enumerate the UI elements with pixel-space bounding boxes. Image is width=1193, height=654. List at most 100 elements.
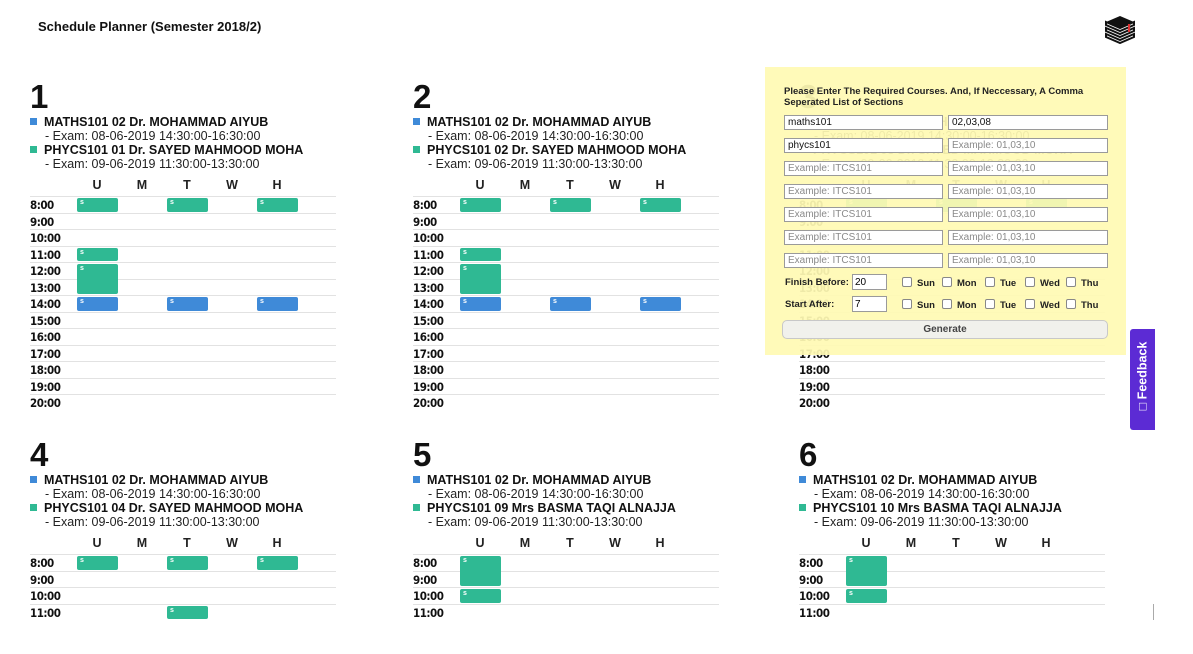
time-label: 8:00 — [30, 556, 54, 570]
day-checkbox-wed[interactable]: Wed — [1025, 299, 1060, 311]
time-row: 10:00 — [30, 229, 336, 246]
day-checkbox-mon[interactable]: Mon — [942, 299, 977, 311]
time-row: 9:00 — [30, 212, 336, 230]
course-name: PHYCS101 04 Dr. SAYED MAHMOOD MOHA — [44, 501, 304, 515]
day-header: T — [183, 536, 191, 550]
course-color-swatch — [413, 146, 420, 153]
class-block[interactable]: s — [77, 556, 118, 570]
course-input[interactable] — [784, 253, 943, 268]
time-label: 20:00 — [799, 396, 830, 410]
start-after-input[interactable] — [852, 296, 887, 312]
class-block[interactable]: s — [167, 297, 208, 311]
day-header: U — [92, 178, 102, 192]
checkbox-icon[interactable] — [902, 299, 912, 309]
schedule-number: 5 — [413, 436, 432, 473]
day-checkbox-wed[interactable]: Wed — [1025, 277, 1060, 289]
course-input[interactable] — [784, 230, 943, 245]
course-label: PHYCS101 01 Dr. SAYED MAHMOOD MOHA — [30, 143, 350, 157]
class-block[interactable]: s — [460, 264, 501, 294]
checkbox-icon[interactable] — [942, 299, 952, 309]
checkbox-icon[interactable] — [1025, 277, 1035, 287]
day-checkbox-label: Thu — [1081, 300, 1099, 311]
sections-input[interactable] — [948, 184, 1108, 199]
day-checkbox-sun[interactable]: Sun — [902, 299, 935, 311]
course-input[interactable] — [784, 184, 943, 199]
day-checkbox-thu[interactable]: Thu — [1066, 277, 1098, 289]
time-row: 18:00 — [413, 361, 719, 378]
class-block[interactable]: s — [846, 589, 887, 603]
class-block[interactable]: s — [460, 556, 501, 586]
time-label: 20:00 — [413, 396, 444, 410]
checkbox-icon[interactable] — [985, 299, 995, 309]
class-block[interactable]: s — [167, 605, 208, 619]
day-checkbox-label: Sun — [917, 300, 935, 311]
class-block[interactable]: s — [550, 198, 591, 212]
checkbox-icon[interactable] — [1025, 299, 1035, 309]
day-checkbox-thu[interactable]: Thu — [1066, 299, 1098, 311]
day-checkbox-label: Sun — [917, 278, 935, 289]
checkbox-icon[interactable] — [1066, 299, 1076, 309]
time-label: 9:00 — [30, 214, 54, 229]
time-row: 9:00 — [413, 212, 719, 230]
stacked-books-icon[interactable] — [1103, 12, 1137, 44]
course-input[interactable] — [784, 207, 943, 222]
class-block[interactable]: s — [640, 297, 681, 311]
class-block[interactable]: s — [77, 198, 118, 212]
generate-button[interactable]: Generate — [782, 320, 1108, 339]
class-block[interactable]: s — [77, 264, 118, 294]
sections-input[interactable] — [948, 230, 1108, 245]
class-block[interactable]: s — [77, 247, 118, 261]
checkbox-icon[interactable] — [942, 277, 952, 287]
checkbox-icon[interactable] — [902, 277, 912, 287]
time-row: 9:00 — [799, 570, 1105, 588]
course-input[interactable] — [784, 161, 943, 176]
course-color-swatch — [413, 504, 420, 511]
feedback-tab[interactable]: □ Feedback — [1130, 329, 1155, 430]
time-label: 11:00 — [799, 605, 830, 620]
class-block[interactable]: s — [77, 297, 118, 311]
course-label: MATHS101 02 Dr. MOHAMMAD AIYUB — [30, 473, 350, 487]
time-row: 12:00 — [413, 262, 719, 279]
day-header: H — [655, 178, 665, 192]
class-block[interactable]: s — [460, 589, 501, 603]
class-block[interactable]: s — [257, 198, 298, 212]
day-checkbox-sun[interactable]: Sun — [902, 277, 935, 289]
checkbox-icon[interactable] — [1066, 277, 1076, 287]
sections-input[interactable] — [948, 161, 1108, 176]
time-row: 13:00 — [30, 278, 336, 296]
class-block[interactable]: s — [460, 247, 501, 261]
sections-input[interactable] — [948, 138, 1108, 153]
day-checkbox-tue[interactable]: Tue — [985, 299, 1016, 311]
day-checkbox-label: Tue — [1000, 300, 1017, 311]
class-block[interactable]: s — [460, 297, 501, 311]
app-title: Schedule Planner (Semester 2018/2) — [38, 19, 262, 34]
scrollbar[interactable] — [1153, 604, 1154, 620]
checkbox-icon[interactable] — [985, 277, 995, 287]
class-block[interactable]: s — [257, 556, 298, 570]
time-row: 20:00 — [30, 394, 336, 411]
sections-input[interactable] — [948, 115, 1108, 130]
exam-time: - Exam: 08-06-2019 14:30:00-16:30:00 — [45, 487, 261, 501]
day-checkbox-mon[interactable]: Mon — [942, 277, 977, 289]
sections-input[interactable] — [948, 207, 1108, 222]
class-block[interactable]: s — [460, 198, 501, 212]
course-input[interactable] — [784, 115, 943, 130]
day-header: W — [226, 178, 238, 192]
time-label: 18:00 — [30, 363, 61, 377]
class-block[interactable]: s — [167, 198, 208, 212]
course-name: PHYCS101 01 Dr. SAYED MAHMOOD MOHA — [44, 143, 304, 157]
exam-time: - Exam: 09-06-2019 11:30:00-13:30:00 — [428, 515, 643, 529]
class-block[interactable]: s — [640, 198, 681, 212]
class-block[interactable]: s — [550, 297, 591, 311]
class-block[interactable]: s — [257, 297, 298, 311]
time-row: 19:00 — [413, 377, 719, 395]
day-checkbox-label: Wed — [1040, 278, 1060, 289]
course-input[interactable] — [784, 138, 943, 153]
class-block[interactable]: s — [167, 556, 208, 570]
day-header: M — [136, 536, 148, 550]
finish-before-input[interactable] — [852, 274, 887, 290]
class-block[interactable]: s — [846, 556, 887, 586]
day-checkbox-tue[interactable]: Tue — [985, 277, 1016, 289]
time-row: 11:00 — [30, 245, 336, 263]
sections-input[interactable] — [948, 253, 1108, 268]
